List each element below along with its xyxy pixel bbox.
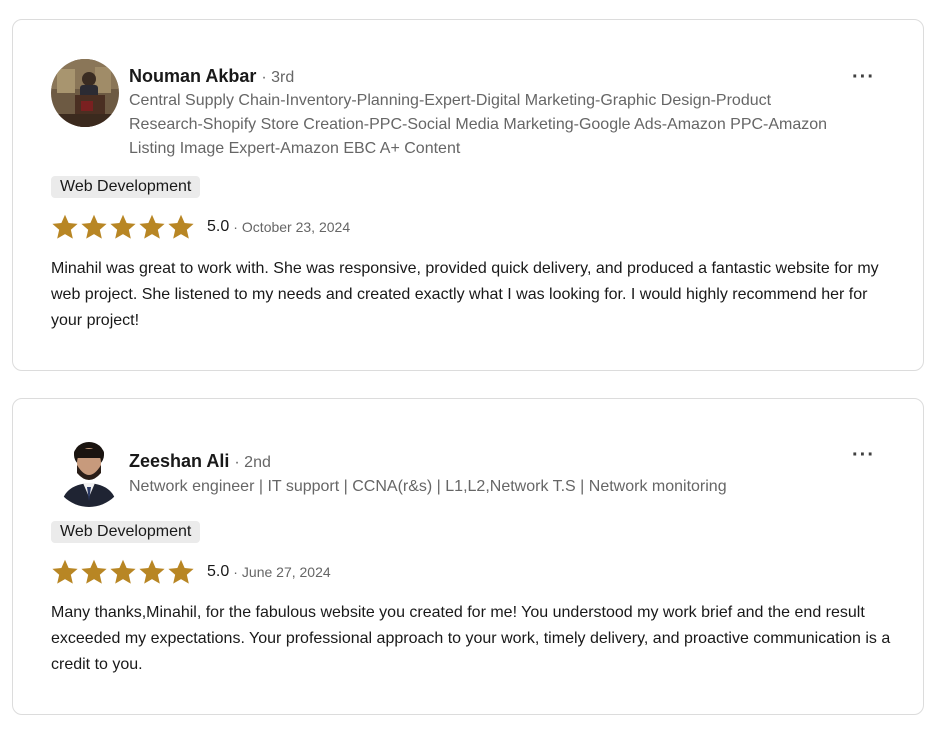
recommendation-card: Zeeshan Ali · 2nd Network engineer | IT … — [12, 398, 924, 715]
star-icon — [168, 214, 194, 239]
service-tag: Web Development — [51, 176, 201, 198]
star-icon — [52, 214, 78, 239]
reviewer-name-line: Zeeshan Ali · 2nd — [129, 450, 271, 474]
reviewer-headline: Network engineer | IT support | CCNA(r&s… — [129, 478, 727, 495]
review-text: Many thanks,Minahil, for the fabulous we… — [51, 604, 891, 673]
separator-dot: · — [233, 219, 238, 235]
review-date: October 23, 2024 — [241, 219, 351, 235]
star-icon — [52, 559, 78, 584]
star-icon — [139, 559, 165, 584]
connection-degree: · 3rd — [261, 69, 295, 86]
reviewer-name[interactable]: Nouman Akbar — [129, 66, 256, 86]
star-icon — [81, 559, 107, 584]
rating-score: 5.0 — [207, 563, 230, 580]
reviewer-name-line: Nouman Akbar · 3rd — [129, 65, 294, 89]
avatar[interactable] — [53, 435, 125, 507]
rating-line: 5.0 · October 23, 2024 — [51, 212, 350, 242]
star-icon — [110, 559, 136, 584]
star-rating — [51, 558, 195, 586]
recommendation-card: Nouman Akbar · 3rd Central Supply Chain-… — [12, 19, 924, 371]
rating-score: 5.0 — [207, 218, 230, 235]
star-icon — [110, 214, 136, 239]
star-rating — [51, 213, 195, 241]
star-icon — [81, 214, 107, 239]
avatar-photo-speaker — [51, 59, 119, 127]
rating-line: 5.0 · June 27, 2024 — [51, 557, 331, 587]
service-tag: Web Development — [51, 521, 201, 543]
review-text: Minahil was great to work with. She was … — [51, 260, 879, 329]
avatar[interactable] — [51, 59, 119, 127]
avatar-photo-portrait — [53, 435, 125, 507]
reviewer-headline: Central Supply Chain-Inventory-Planning-… — [129, 92, 828, 157]
star-icon — [139, 214, 165, 239]
star-icon — [168, 559, 194, 584]
connection-degree: · 2nd — [234, 454, 271, 471]
review-date: June 27, 2024 — [241, 564, 331, 580]
more-horizontal-icon[interactable]: ··· — [852, 67, 875, 87]
reviewer-name[interactable]: Zeeshan Ali — [129, 451, 229, 471]
separator-dot: · — [233, 564, 238, 580]
more-horizontal-icon[interactable]: ··· — [852, 445, 875, 465]
